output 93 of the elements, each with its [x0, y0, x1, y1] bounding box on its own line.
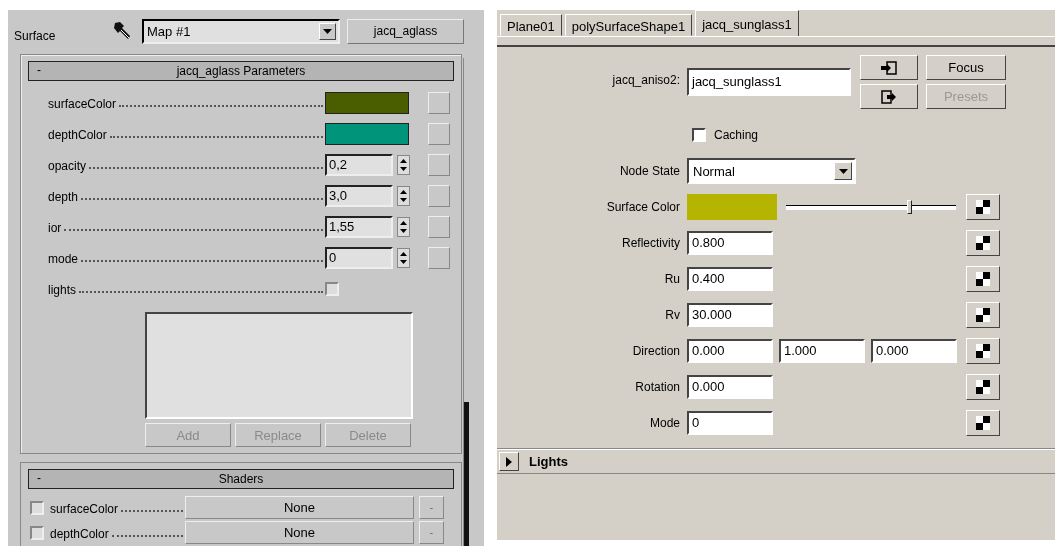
node-state-dropdown[interactable]: Normal	[687, 158, 856, 184]
expand-arrow-icon[interactable]	[506, 456, 512, 467]
attribute-label: Surface Color	[605, 200, 681, 214]
spinner-arrows-icon[interactable]	[397, 154, 410, 175]
checkbox[interactable]	[692, 128, 706, 142]
arrow-in-box-icon	[881, 60, 897, 75]
section-header[interactable]: Lights	[497, 449, 1055, 474]
value-field[interactable]: 30.000	[687, 303, 773, 327]
checker-icon	[976, 236, 990, 250]
value-field[interactable]: 0.000	[687, 375, 773, 399]
map-slot-button[interactable]	[428, 215, 450, 238]
spinner-field[interactable]: 3,0	[325, 184, 393, 207]
attribute-label: Direction	[631, 344, 681, 358]
parameter-label: lights	[48, 282, 76, 297]
shader-map-button[interactable]: None	[185, 496, 414, 519]
parameter-label: depth	[48, 189, 79, 204]
dropdown-arrow-icon	[838, 168, 848, 174]
shader-map-button[interactable]: None	[185, 521, 414, 544]
attribute-label: Rotation	[634, 380, 681, 394]
checker-icon	[976, 272, 990, 286]
tab[interactable]: Plane01	[500, 14, 562, 36]
spinner-field[interactable]: 1,55	[325, 215, 393, 238]
checker-icon	[976, 308, 990, 322]
surface-label: Surface	[13, 29, 57, 43]
map-dropdown[interactable]: Map #1	[142, 18, 340, 44]
parameter-label: surfaceColor	[48, 96, 117, 111]
spinner-arrows-icon[interactable]	[397, 216, 410, 237]
parameter-label: ior	[48, 220, 62, 235]
map-button[interactable]	[966, 374, 1000, 400]
node-name-label: jacq_aniso2:	[611, 73, 681, 87]
checker-icon	[976, 380, 990, 394]
rollout-title: Shaders	[218, 472, 264, 486]
attribute-label: Mode	[648, 416, 681, 430]
rollout-header[interactable]: - Shaders	[28, 469, 454, 489]
color-swatch[interactable]	[325, 91, 409, 114]
field-label: Node State	[618, 164, 681, 178]
tab[interactable]: polySurfaceShape1	[564, 14, 693, 36]
remove-button[interactable]: -	[419, 521, 444, 544]
attribute-label: Reflectivity	[621, 236, 681, 250]
collapse-symbol: -	[37, 63, 41, 77]
value-field[interactable]: 0.000	[871, 339, 957, 363]
shader-label: depthColor	[50, 526, 109, 541]
value-field[interactable]: 0.000	[687, 339, 773, 363]
color-slider[interactable]	[786, 200, 956, 214]
parameter-label: depthColor	[48, 127, 107, 142]
value-field[interactable]: 0.800	[687, 231, 773, 255]
scrollbar[interactable]	[463, 58, 469, 546]
map-slot-button[interactable]	[428, 184, 450, 207]
shader-label: surfaceColor	[50, 501, 119, 516]
section-title: Lights	[529, 454, 568, 469]
value-field[interactable]: 0.400	[687, 267, 773, 291]
color-swatch[interactable]	[687, 194, 777, 220]
map-slot-button[interactable]	[428, 246, 450, 269]
map-button[interactable]	[966, 410, 1000, 436]
map-button[interactable]	[966, 302, 1000, 328]
rollout-header[interactable]: - jacq_aglass Parameters	[28, 61, 454, 81]
attribute-label: Rv	[664, 308, 681, 322]
map-slot-button[interactable]	[428, 122, 450, 145]
remove-button[interactable]: -	[419, 496, 444, 519]
map-slot-button[interactable]	[428, 153, 450, 176]
map-slot-button[interactable]	[428, 91, 450, 114]
side-button[interactable]: Focus	[926, 55, 1006, 80]
material-button[interactable]: jacq_aglass	[347, 18, 464, 44]
attribute-label: Ru	[663, 272, 681, 286]
parameter-label: opacity	[48, 158, 87, 173]
list-box[interactable]	[145, 312, 413, 419]
value-field[interactable]: 0	[687, 411, 773, 435]
node-name-field[interactable]: jacq_sunglass1	[687, 68, 851, 96]
checkbox[interactable]	[30, 525, 44, 540]
checker-icon	[976, 416, 990, 430]
spinner-field[interactable]: 0	[325, 246, 393, 269]
map-button[interactable]	[966, 338, 1000, 364]
checkbox[interactable]	[325, 281, 339, 296]
color-swatch[interactable]	[325, 122, 409, 145]
map-button[interactable]	[966, 266, 1000, 292]
collapse-symbol: -	[37, 471, 41, 485]
map-button[interactable]	[966, 230, 1000, 256]
input-connections-button[interactable]	[860, 55, 918, 80]
checkbox[interactable]	[30, 500, 44, 515]
value-field[interactable]: 1.000	[779, 339, 865, 363]
output-connections-button[interactable]	[860, 84, 918, 109]
rollout-title: jacq_aglass Parameters	[176, 64, 306, 78]
checker-icon	[976, 344, 990, 358]
spinner-field[interactable]: 0,2	[325, 153, 393, 176]
arrow-out-box-icon	[881, 89, 897, 104]
map-button[interactable]	[966, 194, 1000, 220]
spinner-arrows-icon[interactable]	[397, 247, 410, 268]
checker-icon	[976, 200, 990, 214]
parameter-label: mode	[48, 251, 79, 266]
dropdown-arrow-icon	[323, 28, 332, 34]
spinner-arrows-icon[interactable]	[397, 185, 410, 206]
tab[interactable]: jacq_sunglass1	[695, 10, 799, 36]
checkbox-label: Caching	[714, 128, 759, 142]
